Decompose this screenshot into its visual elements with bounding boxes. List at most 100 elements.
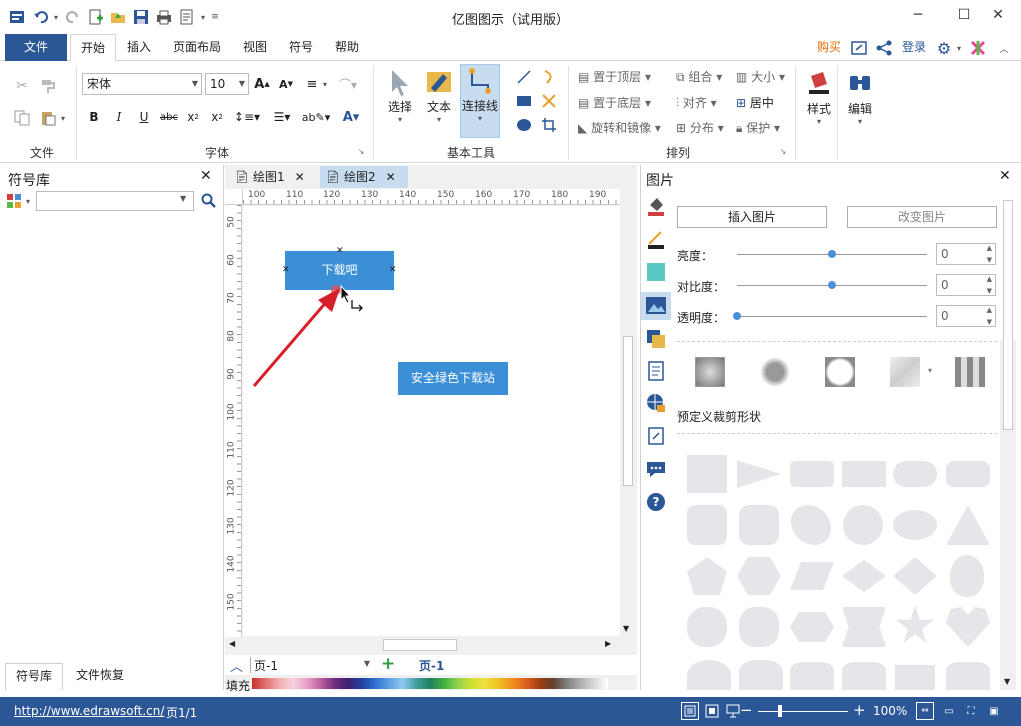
crop-blob-icon[interactable] xyxy=(739,607,779,647)
paste-icon[interactable] xyxy=(38,108,58,128)
selection-handle-icon[interactable]: ✕ xyxy=(389,265,397,275)
color-palette[interactable] xyxy=(252,678,608,689)
rotate-mirror-button[interactable]: ◣ 旋转和镜像 ▾ xyxy=(578,119,661,136)
paste-dropdown-icon[interactable]: ▾ xyxy=(58,108,68,128)
superscript-icon[interactable]: x2 xyxy=(208,108,226,126)
crop-shape-icon[interactable] xyxy=(739,660,783,690)
scroll-down-icon[interactable]: ▼ xyxy=(1004,677,1010,686)
scroll-right-icon[interactable]: ▶ xyxy=(605,639,611,648)
fill-icon[interactable] xyxy=(645,195,667,217)
bring-to-front-button[interactable]: ▤ 置于顶层 ▾ xyxy=(578,68,651,85)
effect-blur-icon[interactable] xyxy=(760,357,790,387)
horizontal-scroll-thumb[interactable] xyxy=(383,639,457,651)
transparency-slider-knob[interactable] xyxy=(733,312,741,320)
send-to-back-button[interactable]: ▤ 置于底层 ▾ xyxy=(578,94,651,111)
tab-view[interactable]: 视图 xyxy=(236,34,274,61)
protect-button[interactable]: 🔒︎ 保护 ▾ xyxy=(736,119,780,136)
close-window-button[interactable]: ✕ xyxy=(975,0,1021,32)
italic-icon[interactable]: I xyxy=(111,108,127,126)
search-dropdown-icon[interactable]: ▼ xyxy=(180,194,186,203)
align-text-icon[interactable]: ≡ xyxy=(303,75,321,93)
font-dialog-launcher-icon[interactable]: ↘ xyxy=(356,146,366,156)
crop-circle-icon[interactable] xyxy=(843,505,883,545)
menu-file[interactable]: 文件 xyxy=(5,34,67,61)
text-curve-icon[interactable]: ⌒▾ xyxy=(336,75,360,93)
center-button[interactable]: ⊞ 居中 xyxy=(736,94,774,111)
bold-icon[interactable]: B xyxy=(86,108,102,126)
hyperlink-icon[interactable] xyxy=(645,392,667,414)
cut-icon[interactable]: ✂ xyxy=(12,76,32,96)
image-panel-icon[interactable] xyxy=(641,292,671,320)
spinner-icon[interactable]: ▲ ▼ xyxy=(987,242,992,266)
brightness-slider-knob[interactable] xyxy=(828,250,836,258)
crop-squircle-icon[interactable] xyxy=(739,505,779,545)
share-window-icon[interactable] xyxy=(850,39,868,57)
share-icon[interactable] xyxy=(875,39,893,57)
tab-symbol[interactable]: 符号 xyxy=(282,34,320,61)
ellipse-tool-icon[interactable] xyxy=(514,116,534,134)
contrast-slider-knob[interactable] xyxy=(828,281,836,289)
crop-shape-icon[interactable] xyxy=(790,662,834,690)
distribute-button[interactable]: ⊞ 分布 ▾ xyxy=(676,119,724,136)
align-button[interactable]: ⫶ 对齐 ▾ xyxy=(676,94,717,111)
align-dropdown-icon[interactable]: ▾ xyxy=(320,75,330,93)
bullet-list-icon[interactable]: ☰▾ xyxy=(268,108,296,126)
text-tool-button[interactable]: 文本 ▾ xyxy=(421,66,457,138)
library-dropdown-icon[interactable]: ▾ xyxy=(23,193,33,209)
crop-ellipse-icon[interactable] xyxy=(893,510,937,540)
effect-sketch-icon[interactable] xyxy=(890,357,920,387)
normal-view-icon[interactable] xyxy=(681,702,699,720)
gear-icon[interactable]: ⚙ xyxy=(934,38,954,58)
brightness-slider[interactable] xyxy=(737,250,927,258)
font-size-select[interactable]: 10 ▼ xyxy=(205,73,249,95)
crop-shape-icon[interactable] xyxy=(946,662,990,690)
crop-shape-icon[interactable] xyxy=(842,662,886,690)
transparency-slider[interactable] xyxy=(733,312,927,320)
scroll-left-icon[interactable]: ◀ xyxy=(229,639,235,648)
size-button[interactable]: ▥ 大小 ▾ xyxy=(736,68,785,85)
brightness-input[interactable]: 0 ▲ ▼ xyxy=(936,243,996,265)
tab-insert[interactable]: 插入 xyxy=(120,34,158,61)
crop-cloud-icon[interactable] xyxy=(687,607,727,647)
spinner-icon[interactable]: ▲ ▼ xyxy=(987,273,992,297)
select-tool-button[interactable]: 选择 ▾ xyxy=(382,66,418,138)
help-icon[interactable]: ? xyxy=(645,491,667,513)
full-screen-icon[interactable]: ⛶ xyxy=(962,702,980,720)
strikethrough-icon[interactable]: abc xyxy=(159,108,179,126)
shape-safe-download[interactable]: 安全绿色下载站 xyxy=(398,362,508,395)
vertical-scrollbar[interactable]: ▼ xyxy=(620,206,636,637)
zoom-slider-knob[interactable] xyxy=(778,705,782,717)
crop-square-icon[interactable] xyxy=(687,455,727,493)
fit-page-icon[interactable] xyxy=(703,702,721,720)
font-color-icon[interactable]: A▾ xyxy=(338,108,364,126)
attachment-icon[interactable] xyxy=(645,425,667,447)
underline-icon[interactable]: U xyxy=(136,108,152,126)
insert-image-button[interactable]: 插入图片 xyxy=(677,206,827,228)
selection-handle-icon[interactable]: ✕ xyxy=(282,265,290,275)
horizontal-scrollbar[interactable]: ◀ ▶ xyxy=(225,637,620,653)
crop-tool-icon[interactable] xyxy=(539,116,559,134)
scroll-down-icon[interactable]: ▼ xyxy=(623,624,629,633)
format-painter-icon[interactable] xyxy=(38,76,58,96)
effect-vignette-icon[interactable] xyxy=(825,357,855,387)
selection-handle-icon[interactable]: ✕ xyxy=(336,246,344,256)
page-properties-icon[interactable] xyxy=(645,360,667,382)
page-tab[interactable]: 页-1 xyxy=(419,657,444,674)
login-link[interactable]: 登录 xyxy=(898,34,930,61)
close-tab-icon[interactable]: ✕ xyxy=(295,170,305,184)
search-icon[interactable] xyxy=(200,192,218,210)
crop-octagon-icon[interactable] xyxy=(790,612,834,642)
add-page-icon[interactable]: + xyxy=(381,654,395,674)
crop-egg-icon[interactable] xyxy=(950,555,984,597)
crop-rect-icon[interactable] xyxy=(842,461,886,487)
shrink-font-icon[interactable]: A ▼ xyxy=(277,75,295,93)
arrange-dialog-launcher-icon[interactable]: ↘ xyxy=(778,146,788,156)
subscript-icon[interactable]: x2 xyxy=(184,108,202,126)
fit-width-icon[interactable]: ▭ xyxy=(940,702,958,720)
font-name-select[interactable]: 宋体 ▼ xyxy=(82,73,202,95)
crop-rounded-rect-icon[interactable] xyxy=(790,461,834,487)
page-bar-toggle-icon[interactable]: ︿ xyxy=(230,656,243,675)
close-pane-icon[interactable]: ✕ xyxy=(999,168,1011,184)
crop-rounded-square-icon[interactable] xyxy=(687,505,727,545)
tab-page-layout[interactable]: 页面布局 xyxy=(166,34,228,61)
